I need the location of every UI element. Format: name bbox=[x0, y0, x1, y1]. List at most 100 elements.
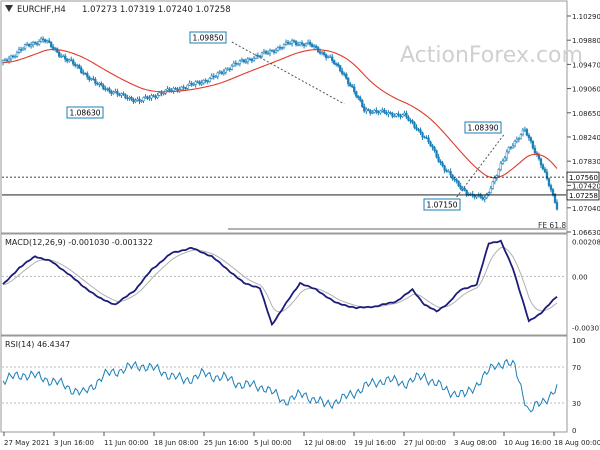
price-candle-body bbox=[240, 59, 244, 62]
price-candle-body bbox=[146, 96, 149, 99]
price-candle-body bbox=[166, 88, 169, 91]
price-candle-body bbox=[180, 86, 183, 90]
price-candle-body bbox=[298, 42, 302, 45]
price-candle-body bbox=[226, 68, 229, 70]
price-candle-body bbox=[395, 113, 398, 117]
price-candle-body bbox=[120, 93, 123, 96]
price-candle-body bbox=[262, 51, 266, 54]
price-candle-body bbox=[112, 91, 115, 94]
price-candle-body bbox=[122, 93, 125, 95]
price-candle-body bbox=[104, 88, 107, 90]
price-candle-body bbox=[481, 197, 484, 200]
price-candle-body bbox=[355, 91, 358, 97]
price-candle-body bbox=[110, 90, 113, 94]
x-tick-label: 25 Jun 16:00 bbox=[204, 439, 248, 447]
price-candle-body bbox=[272, 50, 276, 53]
price-candle-body bbox=[92, 78, 95, 80]
price-candle-body bbox=[503, 157, 506, 162]
price-candle-body bbox=[124, 94, 127, 99]
price-candle-body bbox=[234, 62, 237, 65]
price-candle-body bbox=[304, 43, 308, 46]
macd-title: MACD(12,26,9) -0.001030 -0.001322 bbox=[5, 238, 153, 247]
price-candle-body bbox=[182, 86, 185, 89]
x-tick-label: 27 Jul 00:00 bbox=[404, 439, 446, 447]
x-tick-label: 19 Jul 16:00 bbox=[354, 439, 396, 447]
price-candle-body bbox=[399, 114, 402, 117]
rsi-y-tick-label: 30 bbox=[572, 400, 581, 408]
price-candle-body bbox=[393, 115, 396, 118]
price-candle-body bbox=[126, 97, 129, 100]
price-candle-body bbox=[27, 44, 31, 47]
price-candle-body bbox=[224, 68, 227, 73]
price-candle-body bbox=[415, 127, 418, 130]
price-y-tick-label: 1.08650 bbox=[572, 110, 600, 118]
macd-y-tick-label: 0.002081 bbox=[572, 239, 600, 247]
price-candle-body bbox=[521, 129, 525, 136]
price-candle-body bbox=[513, 140, 516, 147]
price-candle-body bbox=[212, 75, 215, 78]
price-candle-body bbox=[66, 58, 69, 62]
price-candle-body bbox=[206, 80, 209, 82]
price-candle-body bbox=[142, 97, 145, 102]
price-candle-body bbox=[33, 42, 37, 44]
price-candle-body bbox=[509, 147, 512, 149]
price-candle-body bbox=[463, 188, 466, 191]
price-candle-body bbox=[345, 73, 348, 79]
price-candle-body bbox=[347, 78, 350, 85]
price-candle-body bbox=[525, 129, 529, 136]
price-candle-body bbox=[381, 109, 384, 112]
price-candle-body bbox=[523, 129, 527, 131]
price-candle-body bbox=[421, 132, 424, 138]
price-candle-body bbox=[80, 67, 83, 73]
price-candle-body bbox=[407, 116, 410, 121]
price-y-tick-label: 1.09060 bbox=[572, 86, 600, 94]
price-candle-body bbox=[475, 195, 478, 198]
price-candle-body bbox=[194, 81, 197, 85]
price-candle-body bbox=[236, 63, 239, 65]
price-candle-body bbox=[31, 42, 35, 46]
price-candle-body bbox=[284, 41, 288, 45]
price-candle-body bbox=[186, 84, 189, 89]
price-candle-body bbox=[90, 78, 93, 80]
price-candle-body bbox=[21, 47, 25, 50]
x-tick-label: 18 Aug 00:00 bbox=[554, 439, 600, 447]
price-candle-body bbox=[343, 73, 346, 75]
price-candle-body bbox=[39, 38, 43, 42]
price-y-tick-label: 1.07830 bbox=[572, 158, 600, 166]
price-candle-body bbox=[78, 65, 81, 69]
price-candle-body bbox=[511, 145, 514, 149]
price-candle-body bbox=[499, 163, 502, 170]
price-candle-body bbox=[453, 178, 456, 181]
price-candle-body bbox=[292, 40, 296, 42]
price-candle-body bbox=[106, 88, 109, 90]
price-y-tick-label: 1.09470 bbox=[572, 61, 600, 69]
price-candle-body bbox=[132, 99, 135, 103]
price-candle-body bbox=[86, 73, 89, 78]
price-candle-body bbox=[232, 62, 235, 67]
price-candle-body bbox=[198, 81, 201, 85]
x-tick-label: 3 Aug 08:00 bbox=[454, 439, 497, 447]
price-candle-body bbox=[333, 60, 336, 65]
price-candle-body bbox=[266, 52, 270, 55]
price-candle-body bbox=[144, 96, 147, 98]
price-candle-body bbox=[349, 83, 352, 87]
price-candle-body bbox=[7, 58, 11, 62]
price-candle-body bbox=[48, 40, 51, 43]
level-line-tag-label: 1.07560 bbox=[569, 174, 598, 182]
rsi-y-tick-label: 0 bbox=[572, 427, 576, 435]
price-candle-body bbox=[160, 92, 163, 94]
price-candle-body bbox=[387, 112, 390, 115]
price-candle-body bbox=[74, 63, 77, 66]
price-candle-body bbox=[202, 80, 205, 84]
price-candle-body bbox=[264, 51, 268, 54]
price-annotation-label: 1.08630 bbox=[70, 109, 101, 118]
price-candle-body bbox=[214, 76, 217, 78]
price-candle-body bbox=[19, 49, 23, 51]
trendline bbox=[456, 133, 506, 198]
price-candle-body bbox=[519, 134, 523, 139]
rsi-title: RSI(14) 46.4347 bbox=[5, 340, 70, 349]
price-candle-body bbox=[184, 87, 187, 89]
price-candle-body bbox=[359, 97, 362, 101]
price-candle-body bbox=[210, 75, 213, 79]
price-annotation-label: 1.08390 bbox=[468, 124, 499, 133]
